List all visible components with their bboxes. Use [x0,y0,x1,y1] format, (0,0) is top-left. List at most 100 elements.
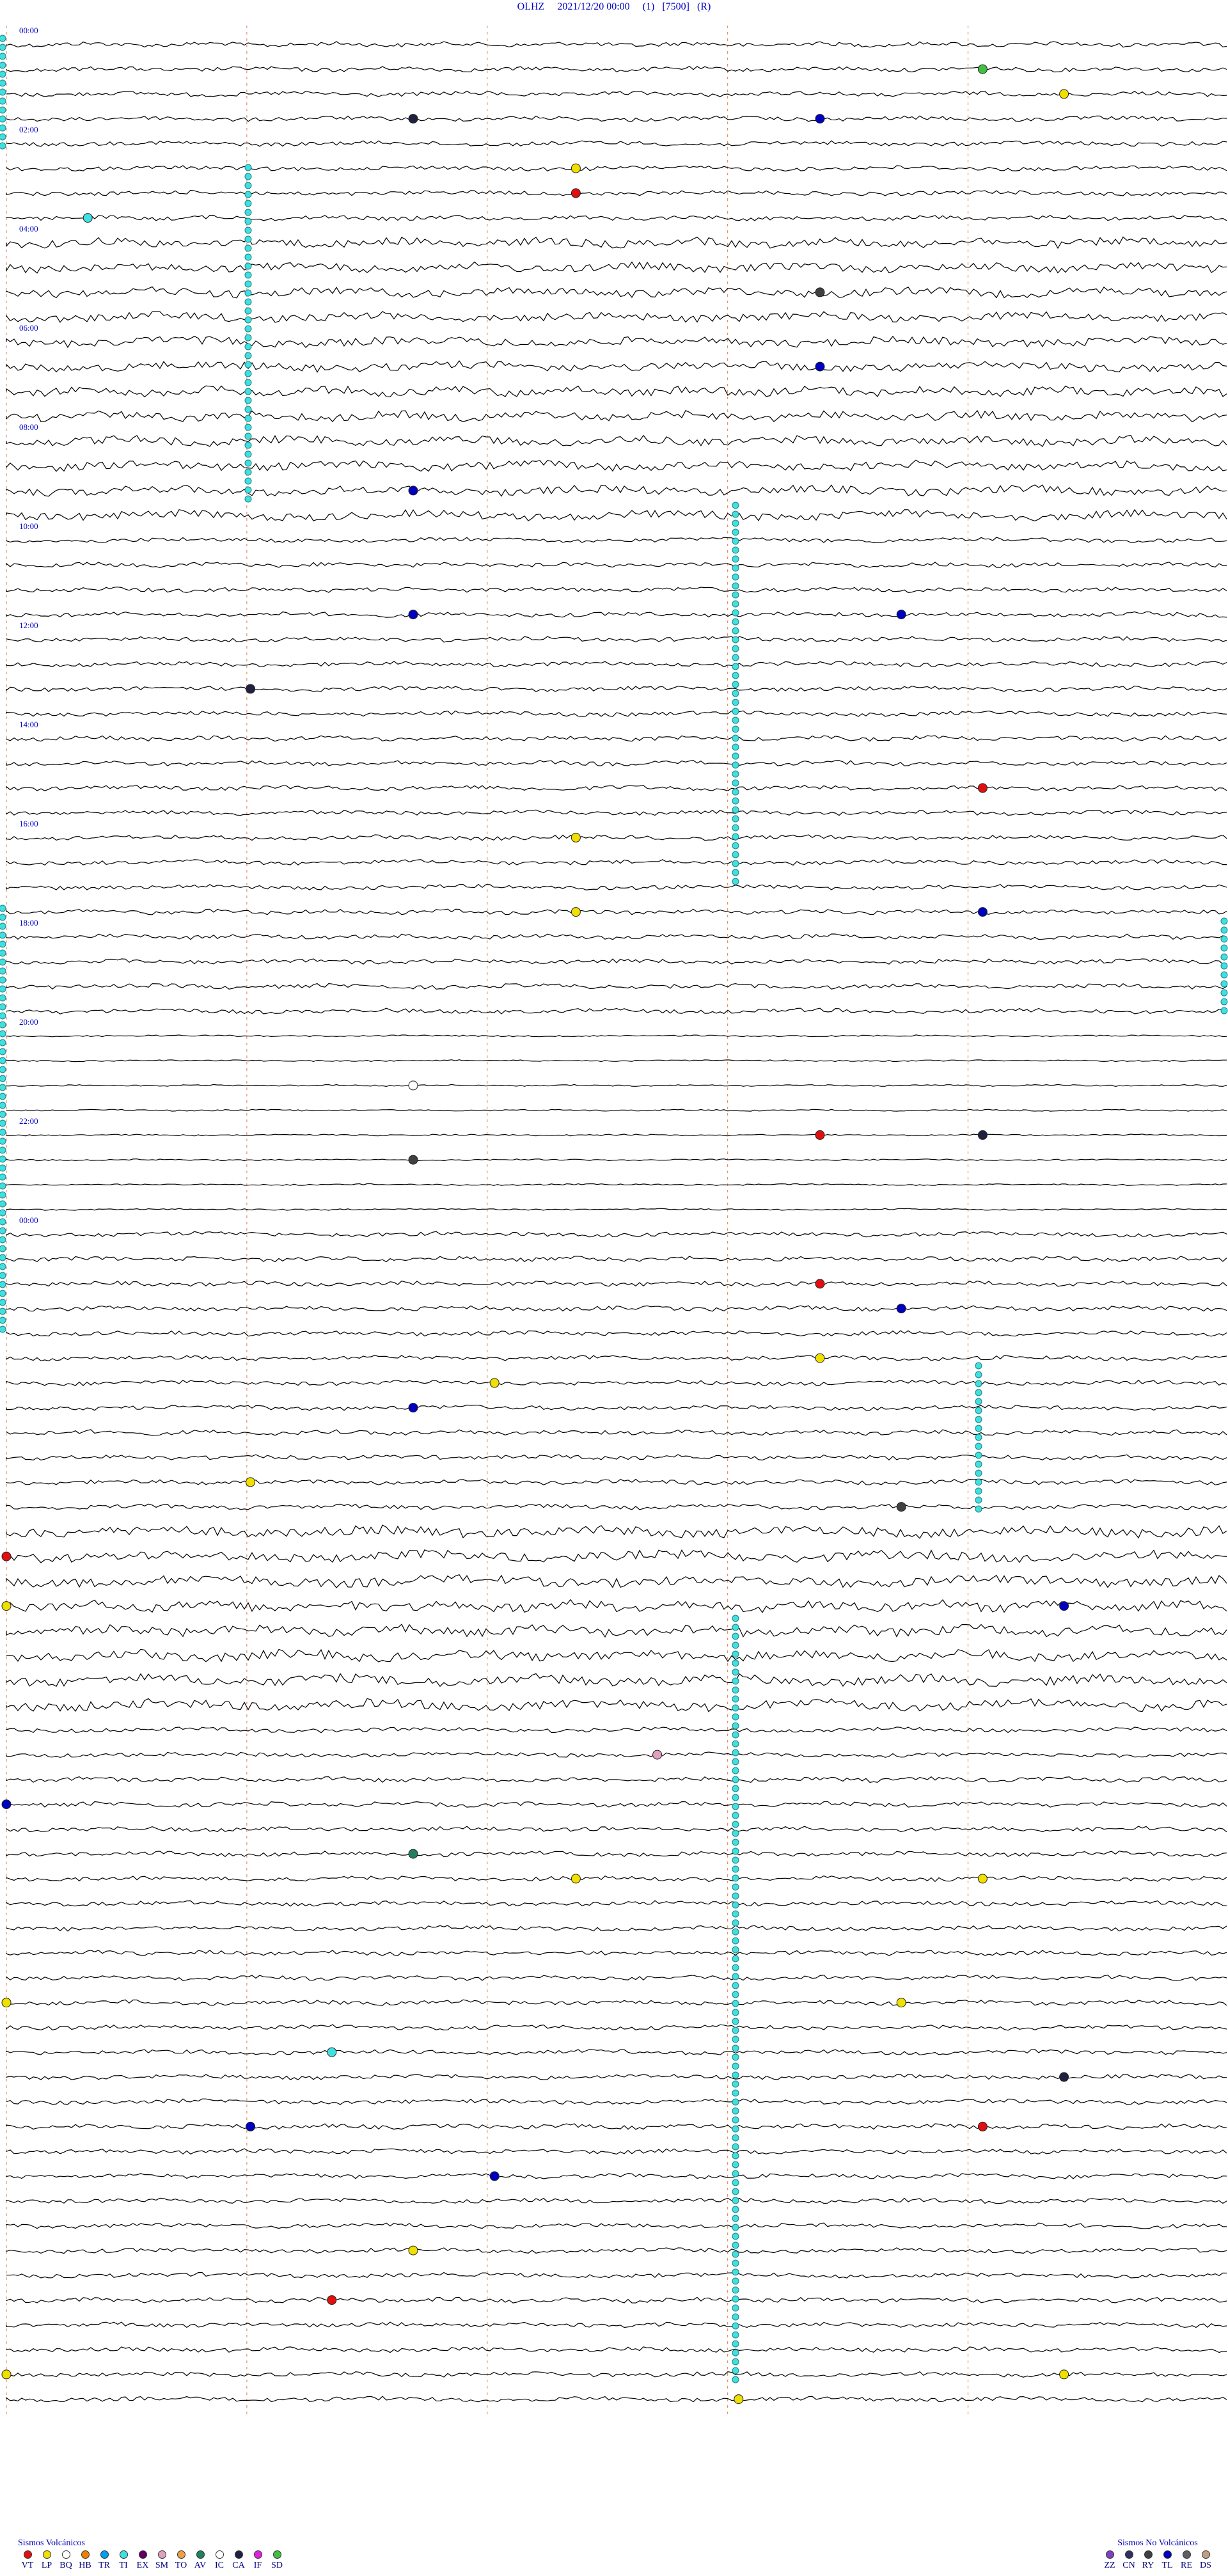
legend-code: EX [136,2561,149,2570]
saturation-dot [975,1416,982,1423]
saturation-dot [732,582,739,590]
saturation-dot [1220,971,1228,979]
volcanic-legend-item: SM [152,2550,171,2571]
legend-swatch [215,2550,224,2559]
trace-line [6,1503,1227,1510]
legend-code: LP [41,2561,52,2570]
hour-label: 00:00 [19,1215,38,1225]
volcanic-legend-title: Sismos Volcánicos [18,2538,85,2548]
saturation-dot [244,244,252,252]
saturation-dot [732,1704,739,1712]
legend-code: ZZ [1104,2561,1115,2570]
saturation-dot [244,343,252,351]
event-marker [408,1155,418,1165]
saturation-dot [0,1030,6,1038]
saturation-dot [0,1218,6,1226]
saturation-dot [244,191,252,198]
event-marker [1,2369,12,2380]
saturation-dot [732,1722,739,1730]
event-marker [734,2394,744,2405]
event-marker [977,2121,988,2131]
saturation-dot [732,627,739,635]
saturation-dot [244,477,252,485]
saturation-dot [244,495,252,503]
event-marker [977,907,988,917]
saturation-dot [732,2268,739,2276]
trace-line [6,1524,1227,1539]
saturation-dot [0,1227,6,1235]
saturation-dot [244,316,252,324]
saturation-dot [732,2188,739,2195]
saturation-dot [0,1039,6,1047]
volcanic-legend-item: LP [37,2550,56,2571]
volcanic-legend: Sismos Volcánicos VT LP BQ HB TR TI EX SM TO AV IC… [18,2538,287,2571]
legend-code: DS [1200,2561,1211,2570]
legend-code: SM [155,2561,169,2570]
hour-label: 04:00 [19,224,38,233]
saturation-dot [732,1991,739,1998]
event-marker [815,1353,825,1363]
saturation-dot [0,1316,6,1324]
trace-line [6,1574,1227,1589]
trace-line [6,1851,1227,1858]
saturation-dot [732,1794,739,1801]
saturation-dot [732,725,739,733]
saturation-dot [732,2277,739,2285]
event-marker [815,114,825,124]
trace-line [6,636,1227,643]
saturation-dot [975,1460,982,1468]
saturation-dot [244,226,252,234]
hour-label: 16:00 [19,819,38,828]
trace-line [6,335,1227,349]
event-marker [896,1998,906,2008]
event-marker [327,2295,337,2305]
legend-code: HB [79,2561,91,2570]
trace-line [6,1599,1227,1613]
saturation-dot [975,1398,982,1405]
saturation-dot [0,1191,6,1199]
saturation-dot [732,779,739,787]
saturation-dot [0,1084,6,1091]
saturation-dot [975,1478,982,1486]
trace-line [6,1776,1227,1783]
saturation-dot [244,164,252,171]
saturation-dot [732,1686,739,1694]
saturation-dot [0,1003,6,1011]
event-marker [571,832,581,842]
legend-swatch [1182,2550,1191,2559]
saturation-dot [0,1012,6,1020]
saturation-dot [732,1928,739,1936]
saturation-dot [732,2286,739,2294]
saturation-dot [732,1740,739,1748]
saturation-dot [732,1829,739,1837]
event-marker [571,188,581,198]
saturation-dot [1220,998,1228,1006]
event-marker [896,1502,906,1512]
trace-line [6,509,1227,522]
trace-line [6,385,1227,398]
saturation-dot [732,797,739,805]
saturation-dot [244,173,252,180]
event-marker [896,610,906,620]
saturation-dot [732,672,739,679]
saturation-dot [0,1209,6,1217]
saturation-dot [732,1946,739,1954]
saturation-dot [732,2367,739,2375]
trace-line [6,587,1227,594]
hour-label: 06:00 [19,323,38,333]
saturation-dot [244,370,252,377]
saturation-dot [732,1883,739,1891]
volcanic-legend-item: AV [191,2550,210,2571]
trace-line [6,2123,1227,2130]
trace-line [6,360,1227,373]
amplitude-scale: [7500] [662,1,689,12]
trace-line [6,434,1227,447]
saturation-dot [732,546,739,554]
trace-line [6,1084,1227,1087]
event-marker [1059,2369,1069,2380]
legend-swatch [138,2550,147,2559]
trace-line [6,2197,1227,2204]
saturation-dot [1220,953,1228,961]
trace-line [6,2296,1227,2303]
saturation-dot [732,2089,739,2097]
